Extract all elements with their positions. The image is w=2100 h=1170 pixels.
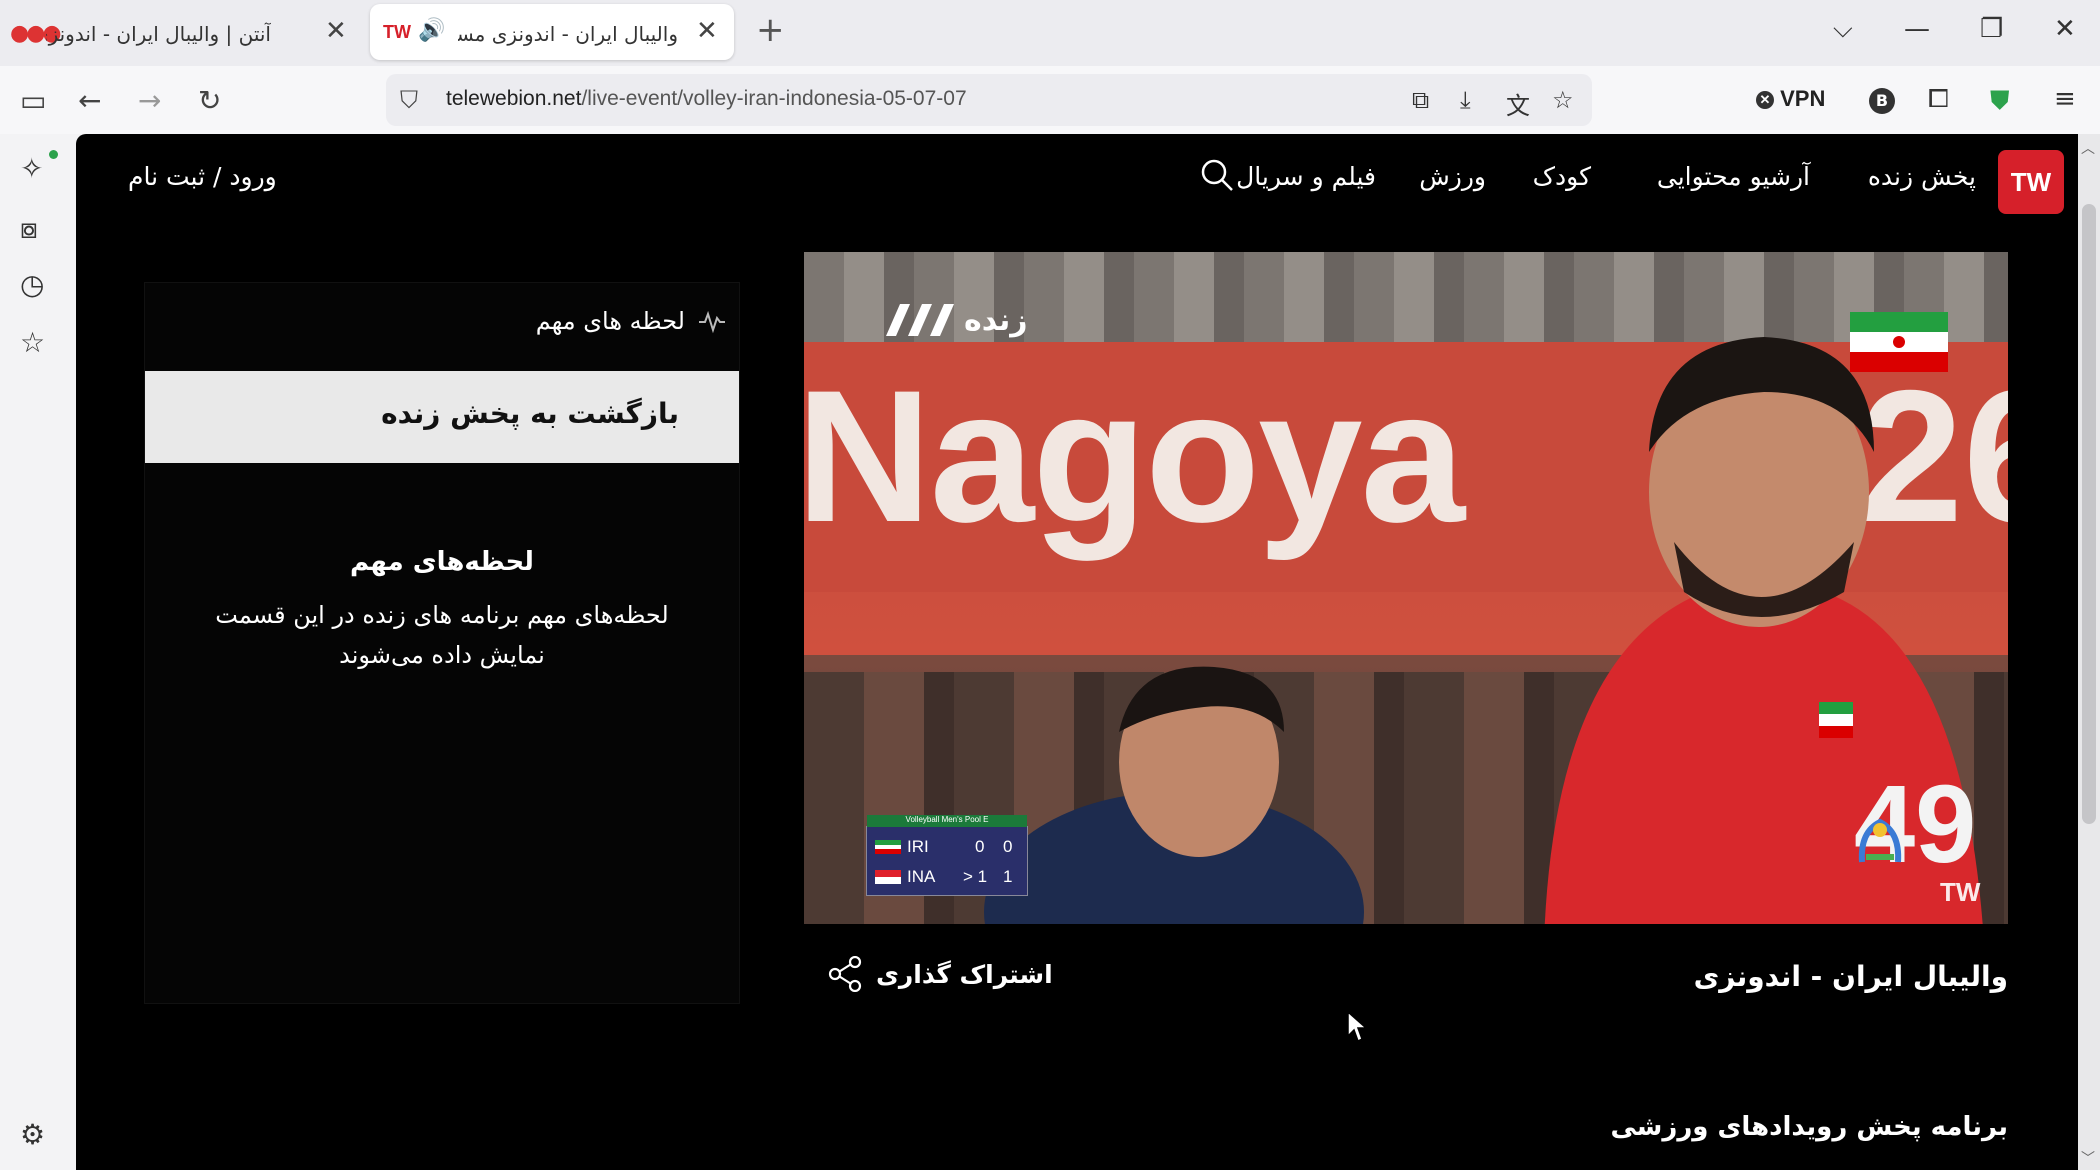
- bookmark-star-icon[interactable]: ☆: [1552, 86, 1574, 114]
- highlights-empty-title: لحظه‌های مهم: [350, 547, 534, 577]
- tab-title: والیبال ایران - اندونزی مسابقه: [458, 22, 678, 46]
- sync-tabs-icon[interactable]: ⧇: [20, 212, 38, 246]
- highlights-header-title: لحظه های مهم: [535, 307, 685, 335]
- vpn-button[interactable]: ✕ VPN: [1756, 86, 1825, 112]
- history-icon[interactable]: ◷: [20, 268, 44, 301]
- highlights-panel: لحظه های مهم بازگشت به پخش زنده لحظه‌های…: [144, 282, 740, 1004]
- live-bars-icon: [886, 304, 954, 336]
- close-tab-icon[interactable]: ✕: [696, 16, 718, 46]
- address-bar[interactable]: ⛉ telewebion.net/live-event/volley-iran-…: [386, 74, 1592, 126]
- tab-title: آنتن | والیبال ایران - اندونزی: [46, 22, 271, 46]
- browser-tab-bar: ●●● آنتن | والیبال ایران - اندونزی ✕ TW …: [0, 0, 2100, 66]
- iran-flag-icon: [1850, 312, 1948, 372]
- login-link[interactable]: ورود / ثبت نام: [128, 162, 277, 191]
- picture-in-picture-icon[interactable]: ⧉: [1412, 86, 1429, 114]
- new-tab-icon[interactable]: +: [756, 10, 785, 50]
- nav-archive[interactable]: آرشیو محتوایی: [1657, 162, 1810, 191]
- browser-nav-bar: ▭ ← → ↻ ⛉ telewebion.net/live-event/voll…: [0, 66, 2100, 134]
- pulse-icon: [699, 310, 725, 334]
- indonesia-flag-icon: [875, 870, 901, 884]
- close-window-icon[interactable]: ✕: [2054, 14, 2076, 44]
- iran-flag-icon: [875, 840, 901, 854]
- share-icon: [828, 956, 862, 992]
- team-name: IRI: [907, 837, 929, 856]
- team-sets: > 1: [963, 867, 988, 886]
- event-title: والیبال ایران - اندونزی: [1693, 960, 2008, 993]
- vpn-off-icon: ✕: [1756, 91, 1774, 109]
- site-header: TW پخش زنده آرشیو محتوایی کودک ورزش فیلم…: [76, 134, 2100, 226]
- team-points: 1: [1003, 867, 1013, 886]
- tab-inactive[interactable]: ●●● آنتن | والیبال ایران - اندونزی ✕: [0, 4, 368, 60]
- url-text[interactable]: telewebion.net/live-event/volley-iran-in…: [446, 87, 967, 111]
- video-player-figure-small: [984, 666, 1364, 924]
- video-banner-text: Nagoya: [804, 351, 1465, 561]
- mouse-cursor-icon: [1347, 1010, 1368, 1043]
- nav-sports[interactable]: ورزش: [1419, 162, 1486, 191]
- scoreboard: Volleyball Men's Pool E IRI 0 0 INA > 1 …: [866, 815, 1028, 896]
- back-to-live-button[interactable]: بازگشت به پخش زنده: [145, 371, 739, 463]
- scoreboard-row: INA > 1 1: [867, 863, 1027, 889]
- url-domain: telewebion.net: [446, 87, 582, 110]
- tw-favicon-icon: TW: [383, 22, 411, 42]
- site-logo[interactable]: TW: [1998, 150, 2064, 214]
- menu-icon[interactable]: ≡: [2054, 84, 2076, 114]
- tab-active[interactable]: TW 🔊 والیبال ایران - اندونزی مسابقه ✕: [370, 4, 734, 60]
- sidebar-toggle-icon[interactable]: ▭: [20, 84, 46, 117]
- highlights-empty-description: لحظه‌های مهم برنامه های زنده در این قسمت…: [215, 601, 669, 669]
- extensions-icon[interactable]: ⧠: [1928, 84, 1949, 115]
- notification-dot: [49, 150, 58, 159]
- team-points: 0: [1003, 837, 1013, 856]
- schedule-section-title: برنامه پخش رویدادهای ورزشی: [1610, 1112, 2009, 1142]
- nav-kids[interactable]: کودک: [1533, 162, 1591, 191]
- back-to-live-label: بازگشت به پخش زنده: [381, 397, 679, 430]
- profile-avatar[interactable]: B: [1869, 88, 1895, 114]
- page-scrollbar[interactable]: ︿ ﹀: [2078, 134, 2100, 1170]
- adblock-shield-icon[interactable]: ⛊: [1990, 86, 2010, 117]
- bookmarks-icon[interactable]: ☆: [20, 326, 45, 359]
- share-label: اشتراک گذاری: [876, 959, 1053, 989]
- scroll-down-icon[interactable]: ﹀: [2081, 1148, 2095, 1168]
- url-path: /live-event/volley-iran-indonesia-05-07-…: [581, 87, 967, 110]
- forward-icon[interactable]: →: [138, 84, 161, 117]
- speaker-icon[interactable]: 🔊: [418, 18, 445, 43]
- chevron-down-icon[interactable]: ⌵: [1833, 14, 1853, 45]
- tw-watermark: TW: [1940, 877, 1981, 907]
- live-badge: زنده: [880, 302, 1028, 338]
- channel-logo-icon: [1858, 818, 1902, 863]
- nav-movies-series[interactable]: فیلم و سریال: [1236, 162, 1376, 191]
- web-page: TW پخش زنده آرشیو محتوایی کودک ورزش فیلم…: [76, 134, 2100, 1170]
- vpn-label: VPN: [1780, 86, 1826, 111]
- download-icon[interactable]: ⤓: [1460, 86, 1471, 114]
- scroll-thumb[interactable]: [2082, 204, 2096, 824]
- restore-icon[interactable]: ❐: [1980, 14, 2003, 44]
- scoreboard-header: Volleyball Men's Pool E: [867, 815, 1027, 827]
- team-name: INA: [907, 867, 936, 886]
- browser-sidebar: ✧ ⧇ ◷ ☆ ⚙: [0, 134, 76, 1170]
- back-icon[interactable]: ←: [78, 84, 101, 117]
- scroll-up-icon[interactable]: ︿: [2081, 138, 2095, 158]
- shield-icon[interactable]: ⛉: [400, 86, 418, 114]
- team-sets: 0: [975, 837, 985, 856]
- minimize-icon[interactable]: —: [1904, 14, 1930, 44]
- video-player[interactable]: Nagoya 026 49 زنده: [804, 252, 2008, 924]
- nav-live[interactable]: پخش زنده: [1868, 162, 1976, 191]
- highlights-header: لحظه های مهم: [536, 307, 727, 335]
- scoreboard-row: IRI 0 0: [867, 833, 1027, 859]
- share-button[interactable]: اشتراک گذاری: [828, 956, 1053, 992]
- search-icon[interactable]: [1200, 158, 1234, 192]
- live-badge-text: زنده: [964, 302, 1028, 338]
- reload-icon[interactable]: ↻: [198, 84, 221, 117]
- close-tab-icon[interactable]: ✕: [325, 16, 347, 46]
- translate-icon[interactable]: 文: [1506, 86, 1530, 121]
- ai-sparkle-icon[interactable]: ✧: [20, 152, 43, 185]
- settings-icon[interactable]: ⚙: [20, 1118, 45, 1151]
- video-player-figure-large: 49: [1544, 337, 1983, 924]
